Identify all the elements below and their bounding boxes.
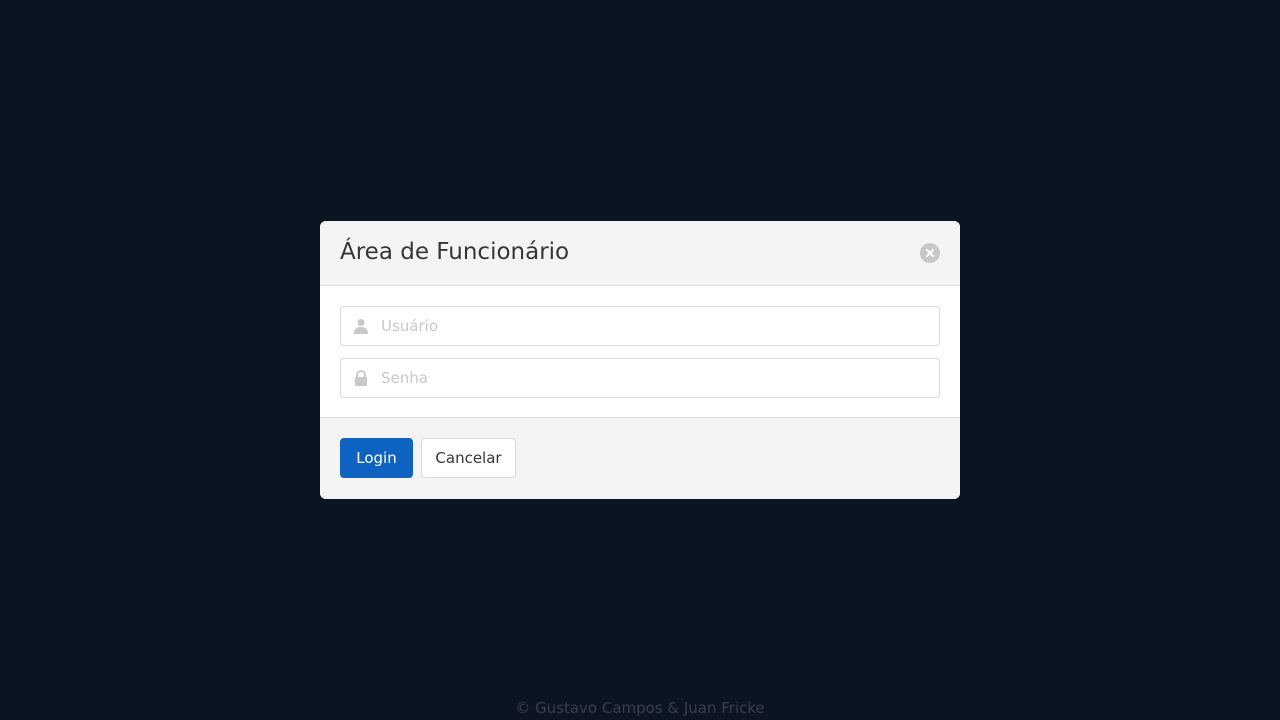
close-button[interactable] — [920, 243, 940, 263]
password-field — [340, 358, 940, 398]
modal-body — [320, 286, 960, 418]
user-icon — [354, 319, 368, 334]
close-circle-icon — [926, 249, 934, 257]
lock-icon — [355, 370, 367, 386]
modal-header: Área de Funcionário — [320, 221, 960, 286]
modal-footer: Login Cancelar — [320, 418, 960, 499]
login-button[interactable]: Login — [340, 438, 413, 478]
login-modal: Área de Funcionário Login Cancelar — [320, 221, 960, 499]
password-input[interactable] — [381, 359, 931, 397]
username-field — [340, 306, 940, 346]
footer-credit: © Gustavo Campos & Juan Fricke — [515, 699, 765, 717]
username-input[interactable] — [381, 307, 931, 345]
modal-title: Área de Funcionário — [340, 239, 570, 265]
cancel-button[interactable]: Cancelar — [421, 438, 516, 478]
